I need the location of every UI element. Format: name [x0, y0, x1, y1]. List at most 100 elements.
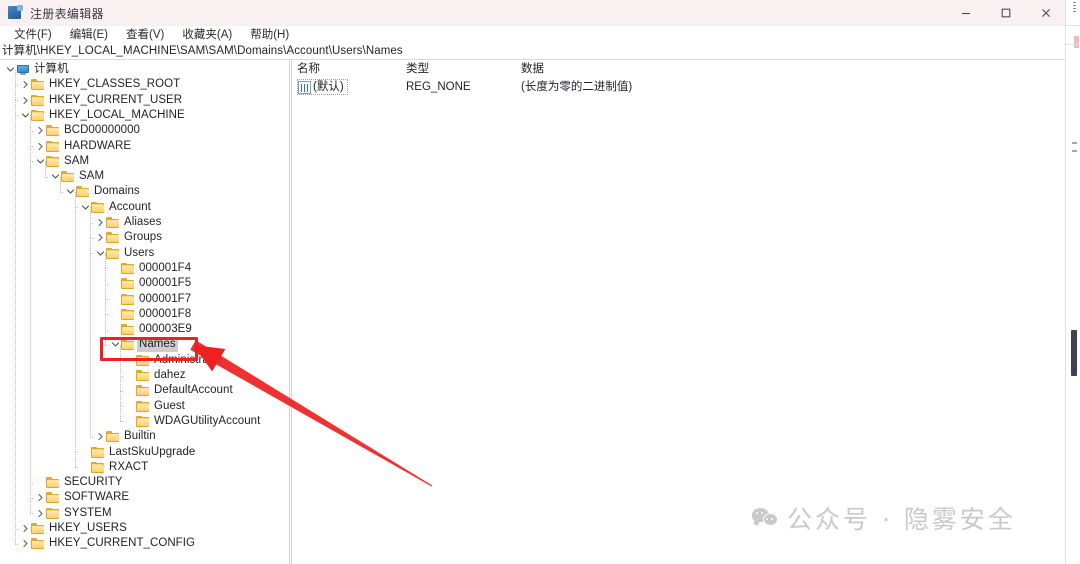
registry-editor-icon — [8, 5, 24, 21]
tree-guide-line — [90, 253, 91, 437]
tree-guide-line — [120, 406, 121, 422]
menu-favorites[interactable]: 收藏夹(A) — [173, 26, 241, 44]
chevron-right-icon[interactable] — [34, 506, 46, 521]
menu-help[interactable]: 帮助(H) — [241, 26, 298, 44]
chevron-right-icon[interactable] — [94, 429, 106, 444]
tree-item-dahez[interactable]: dahez — [124, 368, 186, 383]
chevron-right-icon[interactable] — [19, 536, 31, 551]
tree-item-000003e9[interactable]: 000003E9 — [109, 322, 192, 337]
tree-guide-line — [105, 268, 106, 284]
tree-item-guest[interactable]: Guest — [124, 399, 185, 414]
tree-item-hkey-current-config[interactable]: HKEY_CURRENT_CONFIG — [19, 536, 195, 551]
tree-item-label: HKEY_LOCAL_MACHINE — [49, 108, 185, 121]
menu-edit[interactable]: 编辑(E) — [61, 26, 117, 44]
tree-item-000001f8[interactable]: 000001F8 — [109, 307, 191, 322]
chevron-down-icon[interactable] — [109, 337, 121, 352]
folder-icon — [61, 171, 75, 183]
tree-item-label: Administrator — [154, 353, 223, 366]
tree-item-wdagutilityaccount[interactable]: WDAGUtilityAccount — [124, 414, 260, 429]
tree-item-domains[interactable]: Domains — [64, 184, 140, 199]
tree-item-label: 计算机 — [34, 63, 69, 75]
column-header-type[interactable]: 类型 — [406, 60, 429, 78]
tree-item-hkey-local-machine[interactable]: HKEY_LOCAL_MACHINE — [19, 108, 185, 123]
tree-guide-line — [105, 314, 106, 330]
tree-item-rxact[interactable]: RXACT — [79, 460, 148, 475]
tree-item-hkey-current-user[interactable]: HKEY_CURRENT_USER — [19, 93, 182, 108]
tree-item-builtin[interactable]: Builtin — [94, 429, 156, 444]
tree-item-sam[interactable]: SAM — [49, 169, 104, 184]
chevron-down-icon[interactable] — [4, 62, 16, 77]
chevron-down-icon[interactable] — [64, 184, 76, 199]
tree-item-hkey-users[interactable]: HKEY_USERS — [19, 521, 127, 536]
menu-view[interactable]: 查看(V) — [117, 26, 173, 44]
tree-item-bcd00000000[interactable]: BCD00000000 — [34, 123, 140, 138]
folder-icon — [121, 262, 135, 274]
pane-splitter[interactable] — [289, 60, 292, 564]
menu-file[interactable]: 文件(F) — [5, 26, 61, 44]
maximize-button[interactable] — [986, 0, 1026, 26]
chevron-right-icon[interactable] — [94, 230, 106, 245]
chevron-down-icon[interactable] — [19, 108, 31, 123]
value-data-cell: (长度为零的二进制值) — [521, 81, 633, 93]
tree-item-label: 000001F7 — [139, 292, 192, 305]
tree-item-label: Users — [124, 246, 155, 259]
value-type-cell: REG_NONE — [406, 81, 471, 93]
chevron-down-icon[interactable] — [49, 169, 61, 184]
folder-icon — [136, 370, 150, 382]
folder-icon — [46, 507, 60, 519]
folder-icon — [136, 415, 150, 427]
tree-item-hardware[interactable]: HARDWARE — [34, 139, 131, 154]
tree-item-users[interactable]: Users — [94, 246, 154, 261]
column-header-name[interactable]: 名称 — [297, 60, 320, 78]
chevron-down-icon[interactable] — [79, 200, 91, 215]
tree-item-groups[interactable]: Groups — [94, 230, 162, 245]
tree-item--[interactable]: 计算机 — [4, 62, 69, 77]
chevron-right-icon[interactable] — [19, 93, 31, 108]
tree-guide-line — [105, 329, 106, 345]
tree-item-administrator[interactable]: Administrator — [124, 353, 222, 368]
tree-item-hkey-classes-root[interactable]: HKEY_CLASSES_ROOT — [19, 77, 180, 92]
tree-item-label: LastSkuUpgrade — [109, 445, 196, 458]
table-row[interactable]: (默认) REG_NONE (长度为零的二进制值) — [293, 79, 1063, 95]
tree-item-000001f4[interactable]: 000001F4 — [109, 261, 191, 276]
tree-item-security[interactable]: SECURITY — [34, 475, 123, 490]
tree-item-000001f5[interactable]: 000001F5 — [109, 276, 191, 291]
tree-item-000001f7[interactable]: 000001F7 — [109, 292, 191, 307]
scrollbar-thumb[interactable] — [1071, 330, 1077, 376]
address-bar[interactable]: 计算机\HKEY_LOCAL_MACHINE\SAM\SAM\Domains\A… — [0, 44, 1080, 60]
tree-item-label: HARDWARE — [64, 139, 132, 152]
tree-item-aliases[interactable]: Aliases — [94, 215, 161, 230]
chevron-right-icon[interactable] — [19, 77, 31, 92]
chevron-right-icon[interactable] — [19, 521, 31, 536]
folder-icon — [121, 308, 135, 320]
folder-icon — [136, 385, 150, 397]
title-bar[interactable]: 注册表编辑器 — [0, 0, 1080, 27]
column-header-data[interactable]: 数据 — [521, 60, 544, 78]
value-name-cell[interactable]: (默认) — [297, 79, 348, 95]
registry-tree-pane[interactable]: 计算机 HKEY_CLASSES_ROOT HKEY_CURRENT_USER HKE… — [0, 60, 289, 564]
chevron-right-icon[interactable] — [34, 139, 46, 154]
folder-icon — [46, 125, 60, 137]
tree-item-defaultaccount[interactable]: DefaultAccount — [124, 383, 233, 398]
folder-icon — [136, 400, 150, 412]
tree-item-label: BCD00000000 — [64, 124, 140, 137]
minimize-button[interactable] — [946, 0, 986, 26]
chevron-right-icon[interactable] — [34, 123, 46, 138]
chevron-down-icon[interactable] — [94, 246, 106, 261]
page-scrollbar[interactable] — [1065, 0, 1080, 564]
registry-values-pane[interactable]: 名称 类型 数据 (默认) REG_NONE (长度为零的二进制值) — [293, 60, 1063, 564]
tree-item-software[interactable]: SOFTWARE — [34, 490, 129, 505]
tree-item-lastskuupgrade[interactable]: LastSkuUpgrade — [79, 445, 195, 460]
tree-item-sam[interactable]: SAM — [34, 154, 89, 169]
tree-item-account[interactable]: Account — [79, 200, 151, 215]
folder-icon — [91, 446, 105, 458]
chevron-right-icon[interactable] — [34, 490, 46, 505]
chevron-down-icon[interactable] — [34, 154, 46, 169]
close-button[interactable] — [1026, 0, 1066, 26]
tree-item-names[interactable]: Names — [109, 337, 178, 353]
chevron-right-icon[interactable] — [94, 215, 106, 230]
tree-item-system[interactable]: SYSTEM — [34, 506, 112, 521]
